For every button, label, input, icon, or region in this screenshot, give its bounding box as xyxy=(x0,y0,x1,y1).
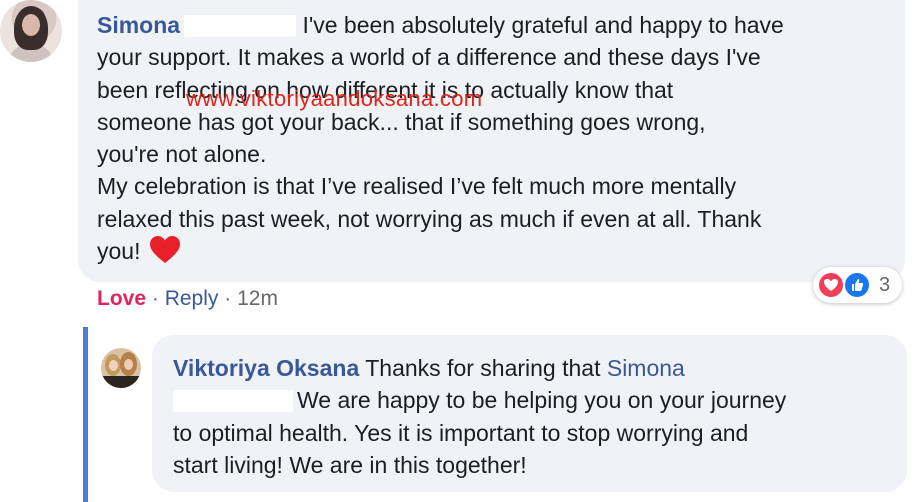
reply-line: Thanks for sharing that xyxy=(365,355,601,381)
reaction-count: 3 xyxy=(879,274,891,296)
separator: · xyxy=(224,287,232,310)
comment-line: someone has got your back... that if som… xyxy=(97,108,706,135)
comment-line: I've been absolutely grateful and happy … xyxy=(302,12,784,38)
heart-icon xyxy=(817,271,845,299)
reply-button[interactable]: Reply xyxy=(165,287,219,310)
comment-author[interactable]: Simona xyxy=(97,12,180,38)
redacted-mention xyxy=(173,390,293,413)
comment-timestamp[interactable]: 12m xyxy=(237,287,278,310)
replier-avatar[interactable] xyxy=(101,348,141,388)
reply-thread-line xyxy=(83,327,88,502)
mention-link[interactable]: Simona xyxy=(607,355,685,381)
comment-line: you! xyxy=(97,238,141,265)
comment-line: you're not alone. xyxy=(97,141,267,168)
comment-actions: Love · Reply · 12m xyxy=(97,283,278,315)
watermark-text: www.viktoriyaandoksana.com xyxy=(186,86,483,111)
heart-emoji-icon xyxy=(149,235,181,273)
separator: · xyxy=(151,287,159,310)
reply-line: We are happy to be helping you on your j… xyxy=(297,387,787,414)
love-button[interactable]: Love xyxy=(97,287,146,310)
comment-line: My celebration is that I’ve realised I’v… xyxy=(97,173,737,200)
reply-body: Viktoriya Oksana Thanks for sharing that… xyxy=(173,352,893,481)
comment-bubble: Simona I've been absolutely grateful and… xyxy=(78,0,905,282)
commenter-avatar[interactable] xyxy=(0,0,62,62)
reply-author[interactable]: Viktoriya Oksana xyxy=(173,355,359,381)
redacted-surname xyxy=(184,15,297,37)
comment-line: your support. It makes a world of a diff… xyxy=(97,44,761,71)
reply-line: start living! We are in this together! xyxy=(173,451,527,478)
like-icon xyxy=(843,271,871,299)
reaction-summary[interactable]: 3 xyxy=(813,267,902,303)
reply-bubble: Viktoriya Oksana Thanks for sharing that… xyxy=(152,335,907,492)
comment-line: relaxed this past week, not worrying as … xyxy=(97,205,762,232)
comment-body: Simona I've been absolutely grateful and… xyxy=(97,9,892,273)
reply-line: to optimal health. Yes it is important t… xyxy=(173,419,749,446)
